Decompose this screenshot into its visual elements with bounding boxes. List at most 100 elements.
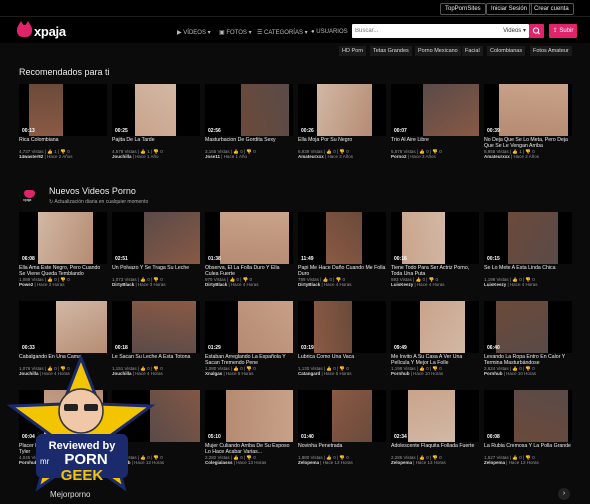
thumbnail-image xyxy=(496,301,548,353)
video-title[interactable]: Ella Ama Este Negro, Pero Cuando Se Vien… xyxy=(19,265,107,277)
video-thumbnail[interactable]: 05:10 xyxy=(205,390,293,442)
video-thumbnail[interactable]: 00:33 xyxy=(19,301,107,353)
video-thumbnail[interactable]: 11:49 xyxy=(298,212,386,264)
video-card[interactable]: 00:07 Trio Al Aire Libre 5,578 Vistas | 👍 … xyxy=(391,84,479,159)
thumbnail-image xyxy=(226,390,293,442)
video-thumbnail[interactable]: 00:18 xyxy=(112,301,200,353)
video-title[interactable]: Levando La Ropa Entro En Calor Y Termina… xyxy=(484,354,572,366)
duration-label: 00:33 xyxy=(22,345,35,351)
video-title[interactable]: Masturbacion De Gordita Sexy xyxy=(205,137,293,149)
video-thumbnail[interactable]: 00:07 xyxy=(391,84,479,136)
video-uploader: Zelopema | Hace 13 Horas xyxy=(391,460,446,465)
thumbnail-image xyxy=(238,301,293,353)
video-title[interactable]: Tiene Todo Para Ser Actriz Porno, Toda U… xyxy=(391,265,479,277)
category-pill[interactable]: Facial xyxy=(462,46,483,56)
search-button[interactable] xyxy=(529,24,544,38)
video-thumbnail[interactable]: 09:49 xyxy=(391,301,479,353)
video-card[interactable]: 00:39 No Deja Que Se Lo Meta, Pero Deja Q… xyxy=(484,84,572,159)
video-uploader: 14waster92 | Hace 2 Años xyxy=(19,154,73,159)
xpaja-mask-icon: xpaja xyxy=(22,188,38,202)
video-title[interactable]: Adolescente Flaquita Follada Fuerte xyxy=(391,443,479,455)
upload-button[interactable]: ⇪ Subir xyxy=(549,24,577,38)
video-thumbnail[interactable]: 00:15 xyxy=(484,212,572,264)
video-card[interactable]: 05:10 Mujer Culiando Arriba De Su Esposo … xyxy=(205,390,293,465)
video-card[interactable]: 00:15 Se Lo Mete A Esta Linda Chica 1,198 … xyxy=(484,212,572,287)
video-thumbnail[interactable]: 00:39 xyxy=(484,84,572,136)
login-link[interactable]: Iniciar Sesión xyxy=(486,3,533,15)
video-card[interactable]: 00:13 Rica Colombiana 4,737 Vistas | 👍 1 |… xyxy=(19,84,107,159)
video-card[interactable]: 06:08 Ella Ama Este Negro, Pero Cuando Se… xyxy=(19,212,107,287)
video-title[interactable]: Ella Moja Por Su Negro xyxy=(298,137,386,149)
video-card[interactable]: 00:26 Ella Moja Por Su Negro 6,939 Vistas … xyxy=(298,84,386,159)
video-thumbnail[interactable]: 02:51 xyxy=(112,212,200,264)
video-uploader: Jose11 | Hace 1 Año xyxy=(205,154,247,159)
nav-videos[interactable]: ▶ VÍDEOS ▾ xyxy=(177,29,211,36)
video-thumbnail[interactable]: 00:08 xyxy=(484,390,572,442)
next-arrow-icon[interactable]: › xyxy=(558,488,570,500)
video-title[interactable]: La Rubia Cremosa Y La Polla Grande xyxy=(484,443,572,455)
category-pill[interactable]: Colombianas xyxy=(487,46,526,56)
nav-usuarios[interactable]: ● USUARIOS xyxy=(311,29,348,35)
video-card[interactable]: 02:34 Adolescente Flaquita Follada Fuerte… xyxy=(391,390,479,465)
video-card[interactable]: 06:40 Levando La Ropa Entro En Calor Y Te… xyxy=(484,301,572,376)
video-uploader: DirtyBlack | Hace 4 Horas xyxy=(205,282,259,287)
category-pill[interactable]: HD Porn xyxy=(339,46,367,56)
thumbnail-image xyxy=(314,301,352,353)
video-thumbnail[interactable]: 00:25 xyxy=(112,84,200,136)
video-card[interactable]: 01:40 Novinha Penetrada 1,880 Vistas | 👍 0… xyxy=(298,390,386,465)
video-title[interactable]: Se Lo Mete A Esta Linda Chica xyxy=(484,265,572,277)
video-thumbnail[interactable]: 02:56 xyxy=(205,84,293,136)
topbar-link-toppornsites[interactable]: TopPornSites xyxy=(440,3,486,15)
video-title[interactable]: Papi Me Hace Daño Cuando Me Folla Duro xyxy=(298,265,386,277)
video-thumbnail[interactable]: 01:29 xyxy=(205,301,293,353)
video-uploader: Zelopema | Hace 13 Horas xyxy=(484,460,539,465)
category-pill[interactable]: Porno Mexicano xyxy=(415,46,461,56)
duration-label: 05:10 xyxy=(208,434,221,440)
category-pill[interactable]: Fotos Amateur xyxy=(530,46,572,56)
video-title[interactable]: No Deja Que Se Lo Meta, Pero Deja Que Se… xyxy=(484,137,572,149)
thumbnail-image xyxy=(508,212,558,264)
video-card[interactable]: 03:19 Lubrica Como Una Vaca 1,130 Vistas |… xyxy=(298,301,386,376)
nav-fotos[interactable]: ▣ FOTOS ▾ xyxy=(219,29,252,36)
duration-label: 00:39 xyxy=(487,128,500,134)
search-scope-select[interactable]: Videos ▾ xyxy=(503,27,526,34)
video-title[interactable]: Pajita De La Tarde xyxy=(112,137,200,149)
video-title[interactable]: Me Invito A Su Casa A Ver Una Película Y… xyxy=(391,354,479,366)
video-thumbnail[interactable]: 01:40 xyxy=(298,390,386,442)
duration-label: 09:49 xyxy=(394,345,407,351)
video-thumbnail[interactable]: 00:16 xyxy=(391,212,479,264)
video-thumbnail[interactable]: 06:08 xyxy=(19,212,107,264)
thumbnail-image xyxy=(220,212,289,264)
video-card[interactable]: 00:16 Tiene Todo Para Ser Actriz Porno, T… xyxy=(391,212,479,287)
video-card[interactable]: 09:49 Me Invito A Su Casa A Ver Una Pelíc… xyxy=(391,301,479,376)
video-thumbnail[interactable]: 00:26 xyxy=(298,84,386,136)
video-card[interactable]: 00:08 La Rubia Cremosa Y La Polla Grande 1… xyxy=(484,390,572,465)
video-title[interactable]: Rica Colombiana xyxy=(19,137,107,149)
video-card[interactable]: 11:49 Papi Me Hace Daño Cuando Me Folla D… xyxy=(298,212,386,287)
video-card[interactable]: 02:51 Un Polvazo Y Se Traga Su Leche 1,073… xyxy=(112,212,200,287)
video-title[interactable]: Trio Al Aire Libre xyxy=(391,137,479,149)
video-title[interactable]: Un Polvazo Y Se Traga Su Leche xyxy=(112,265,200,277)
video-card[interactable]: 01:38 Observa, El La Folla Duro Y Ella Cu… xyxy=(205,212,293,287)
site-logo[interactable]: xpaja xyxy=(17,21,79,40)
thumbnail-image xyxy=(241,84,289,136)
video-title[interactable]: Mujer Culiando Arriba De Su Esposo Lo Ha… xyxy=(205,443,293,455)
badge-line3: GEEK xyxy=(61,467,104,484)
video-title[interactable]: Observa, El La Folla Duro Y Ella Culea F… xyxy=(205,265,293,277)
search-input[interactable] xyxy=(355,26,475,36)
video-thumbnail[interactable]: 01:38 xyxy=(205,212,293,264)
video-thumbnail[interactable]: 02:34 xyxy=(391,390,479,442)
video-card[interactable]: 02:56 Masturbacion De Gordita Sexy 3,165 V… xyxy=(205,84,293,159)
video-title[interactable]: Lubrica Como Una Vaca xyxy=(298,354,386,366)
video-thumbnail[interactable]: 03:19 xyxy=(298,301,386,353)
video-card[interactable]: 00:25 Pajita De La Tarde 4,578 Vistas | 👍 … xyxy=(112,84,200,159)
video-card[interactable]: 01:29 Estaban Arreglando La Española Y Sa… xyxy=(205,301,293,376)
video-uploader: Amateurxxx | Hace 2 Años xyxy=(484,154,539,159)
video-title[interactable]: Novinha Penetrada xyxy=(298,443,386,455)
category-pill[interactable]: Tetas Grandes xyxy=(370,46,412,56)
signup-link[interactable]: Crear cuenta xyxy=(529,3,574,15)
nav-categorias[interactable]: ☰ CATEGORÍAS ▾ xyxy=(257,29,308,36)
video-thumbnail[interactable]: 00:13 xyxy=(19,84,107,136)
video-thumbnail[interactable]: 06:40 xyxy=(484,301,572,353)
video-title[interactable]: Estaban Arreglando La Española Y Sacan T… xyxy=(205,354,293,366)
